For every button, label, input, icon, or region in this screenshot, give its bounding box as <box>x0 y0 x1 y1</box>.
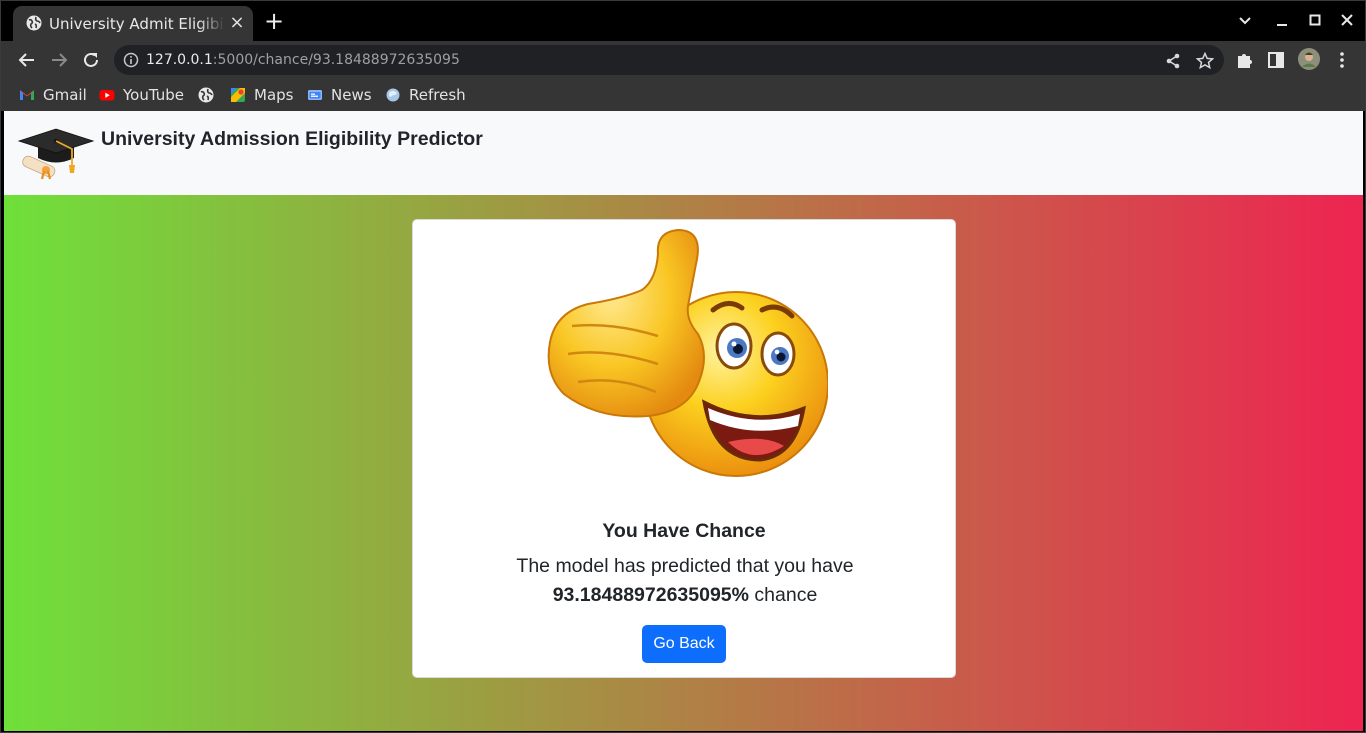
result-card: You Have Chance The model has predicted … <box>412 219 956 678</box>
url-host: 127.0.0.1 <box>146 52 213 68</box>
bookmark-star-icon[interactable] <box>1196 52 1214 70</box>
site-brand-title[interactable]: University Admission Eligibility Predict… <box>101 128 483 151</box>
tab-strip: University Admit Eligibility Predictor ×… <box>1 1 1365 41</box>
minimize-icon[interactable] <box>1271 11 1293 31</box>
share-icon[interactable] <box>1164 52 1182 70</box>
bookmark-label: Maps <box>254 86 294 104</box>
result-text-suffix: chance <box>754 584 818 606</box>
gmail-icon <box>20 90 34 100</box>
bookmark-maps[interactable]: Maps <box>230 83 294 107</box>
gradient-background: You Have Chance The model has predicted … <box>4 195 1363 731</box>
profile-avatar-icon[interactable] <box>1298 48 1320 70</box>
site-info-icon[interactable] <box>123 52 139 68</box>
forward-arrow-icon[interactable] <box>48 49 70 71</box>
bookmark-refresh[interactable]: Refresh <box>385 83 466 107</box>
chance-value: 93.18488972635095% <box>552 584 749 606</box>
url-text[interactable]: 127.0.0.1:5000/chance/93.18488972635095 <box>146 51 460 69</box>
bookmark-globe[interactable] <box>198 83 216 107</box>
site-navbar: University Admission Eligibility Predict… <box>4 111 1363 195</box>
maximize-icon[interactable] <box>1304 11 1326 31</box>
graduation-cap-icon[interactable] <box>18 125 94 181</box>
youtube-icon <box>99 90 115 101</box>
news-icon <box>308 90 322 100</box>
bookmark-label: News <box>331 86 372 104</box>
menu-kebab-icon[interactable] <box>1332 50 1352 70</box>
tab-active[interactable]: University Admit Eligibility Predictor × <box>13 6 253 41</box>
go-back-button[interactable]: Go Back <box>642 625 726 663</box>
refresh-bookmark-icon <box>386 88 400 102</box>
tab-close-icon[interactable]: × <box>229 14 245 32</box>
bookmarks-bar: Gmail YouTube Maps News Refresh <box>1 79 1365 111</box>
browser-toolbar: 127.0.0.1:5000/chance/93.18488972635095 <box>1 41 1365 79</box>
maps-icon <box>231 88 245 102</box>
result-text-prefix: The model has predicted that you have <box>516 555 854 577</box>
reload-icon[interactable] <box>80 49 102 71</box>
close-window-icon[interactable] <box>1336 11 1358 31</box>
browser-window: University Admit Eligibility Predictor ×… <box>0 0 1366 733</box>
result-text: The model has predicted that you have 93… <box>473 552 897 610</box>
extensions-puzzle-icon[interactable] <box>1235 50 1255 70</box>
bookmark-label: YouTube <box>123 86 184 104</box>
bookmark-label: Refresh <box>409 86 466 104</box>
globe-icon <box>26 15 42 31</box>
tab-title: University Admit Eligibility Predictor <box>49 15 225 33</box>
tab-search-chevron-icon[interactable] <box>1234 11 1256 31</box>
bookmark-news[interactable]: News <box>307 83 373 107</box>
bookmark-youtube[interactable]: YouTube <box>99 83 185 107</box>
result-title: You Have Chance <box>602 520 766 542</box>
bookmark-label: Gmail <box>43 86 87 104</box>
address-bar[interactable]: 127.0.0.1:5000/chance/93.18488972635095 <box>114 45 1224 75</box>
bookmark-gmail[interactable]: Gmail <box>19 83 87 107</box>
back-arrow-icon[interactable] <box>16 49 38 71</box>
url-path: :5000/chance/93.18488972635095 <box>212 52 460 68</box>
web-page: University Admission Eligibility Predict… <box>4 111 1363 731</box>
side-panel-icon[interactable] <box>1266 50 1286 70</box>
new-tab-button[interactable]: + <box>263 9 285 33</box>
globe-icon <box>198 87 214 103</box>
thumbs-up-smiley-icon <box>547 228 828 477</box>
